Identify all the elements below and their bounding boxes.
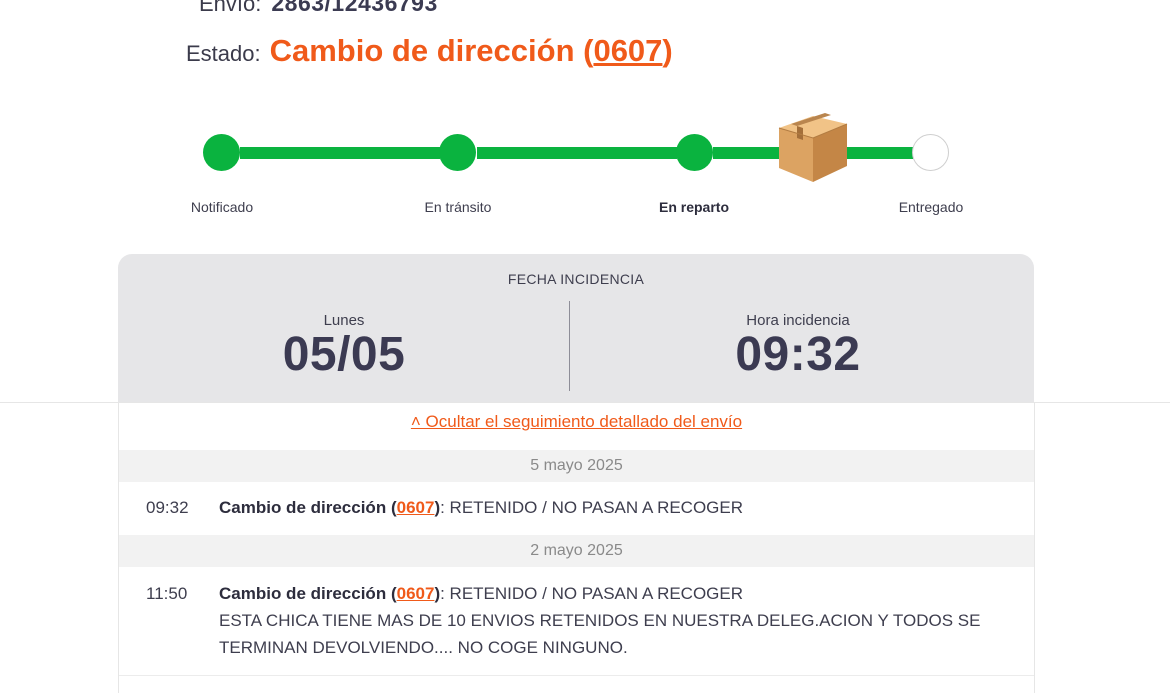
event-status: Cambio de dirección xyxy=(219,584,387,603)
step-dot-en-reparto xyxy=(676,134,713,171)
event-code-link[interactable]: 0607 xyxy=(397,498,435,517)
event-detail-text: : RETENIDO / NO PASAN A RECOGER xyxy=(440,498,744,517)
incidence-date: 05/05 xyxy=(282,328,406,381)
event-description: Cambio de dirección (0607): RETENIDO / N… xyxy=(219,584,981,657)
event-status: Cambio de dirección xyxy=(219,498,387,517)
step-label-en-reparto: En reparto xyxy=(658,199,729,215)
progress-segment-2 xyxy=(477,147,677,159)
incidence-time-col: Hora incidencia 09:32 xyxy=(648,312,948,381)
package-box-icon xyxy=(778,113,848,182)
step-dot-entregado xyxy=(912,134,949,171)
incidence-divider xyxy=(569,301,570,391)
event-description: Cambio de dirección (0607): RETENIDO / N… xyxy=(219,498,744,517)
row-separator xyxy=(119,675,1034,676)
hide-tracking-detail-link[interactable]: ˄ Ocultar el seguimiento detallado del e… xyxy=(119,412,1034,432)
incidence-date-col: Lunes 05/05 xyxy=(194,312,494,381)
step-label-en-transito: En tránsito xyxy=(424,199,492,215)
step-dot-en-transito xyxy=(439,134,476,171)
incidence-day-label: Lunes xyxy=(323,312,365,329)
date-header: 2 mayo 2025 xyxy=(119,535,1034,567)
incidence-time: 09:32 xyxy=(735,328,861,381)
event-time: 09:32 xyxy=(146,498,189,517)
step-label-entregado: Entregado xyxy=(898,199,964,215)
incidence-time-label: Hora incidencia xyxy=(746,312,850,329)
progress-segment-1 xyxy=(240,147,440,159)
event-note: ESTA CHICA TIENE MAS DE 10 ENVIOS RETENI… xyxy=(219,611,981,657)
incidence-card: FECHA INCIDENCIA Lunes 05/05 Hora incide… xyxy=(118,254,1034,402)
event-time: 11:50 xyxy=(146,584,188,603)
event-code-link[interactable]: 0607 xyxy=(397,584,435,603)
incidence-title: FECHA INCIDENCIA xyxy=(507,271,645,287)
event-detail-text: : RETENIDO / NO PASAN A RECOGER xyxy=(440,584,744,603)
step-dot-notificado xyxy=(203,134,240,171)
tracking-detail-panel: ˄ Ocultar el seguimiento detallado del e… xyxy=(118,403,1035,693)
shipment-progress-tracker: Notificado En tránsito En reparto Entreg… xyxy=(0,0,1170,230)
date-header: 5 mayo 2025 xyxy=(119,450,1034,482)
step-label-notificado: Notificado xyxy=(190,199,254,215)
